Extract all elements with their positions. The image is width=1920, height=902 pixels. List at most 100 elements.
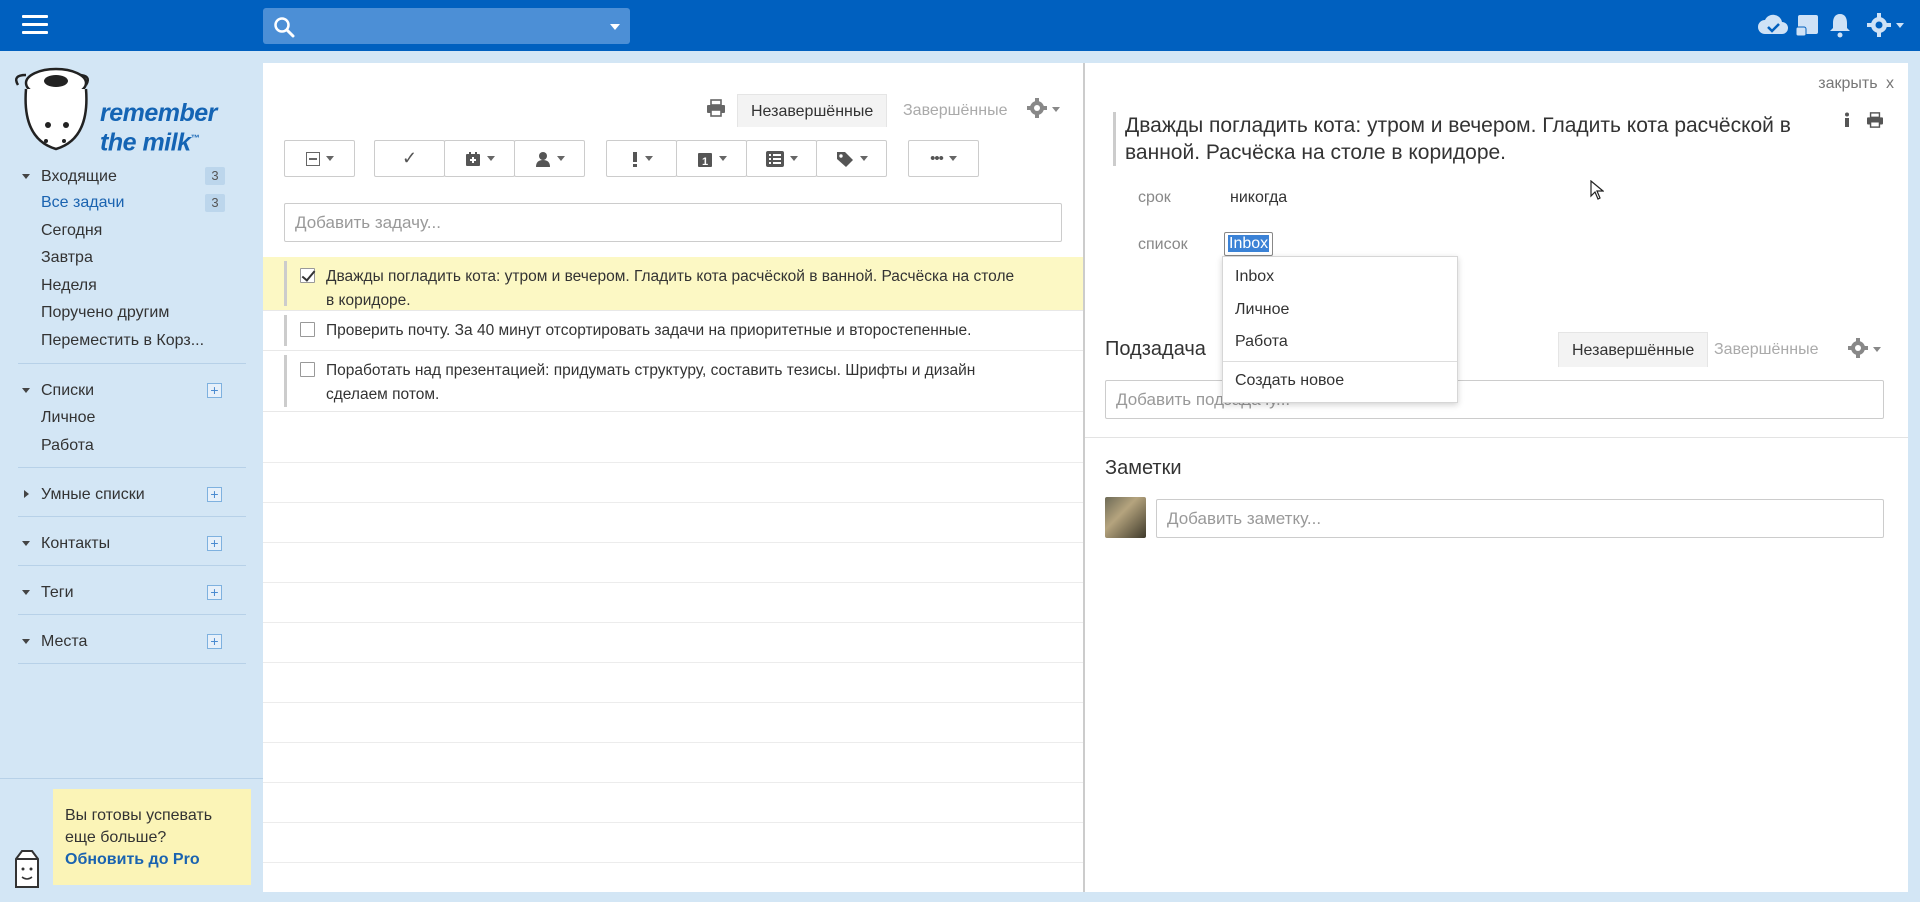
- task-text: Поработать над презентацией: придумать с…: [326, 362, 976, 403]
- pro-promo-box: Вы готовы успевать еще больше? Обновить …: [53, 789, 251, 885]
- task-text: Проверить почту. За 40 минут отсортирова…: [326, 322, 972, 339]
- add-task-input[interactable]: [284, 203, 1062, 242]
- print-icon[interactable]: [1866, 112, 1884, 128]
- divider: [18, 663, 246, 664]
- sidebar-item-personal[interactable]: Личное: [41, 409, 95, 427]
- sync-cloud-icon[interactable]: [1757, 12, 1788, 38]
- empty-row-line: [263, 502, 1083, 503]
- select-box-icon: [305, 151, 320, 166]
- section-label: Списки: [41, 382, 95, 399]
- assign-button[interactable]: [514, 140, 585, 177]
- divider: [18, 467, 246, 468]
- sidebar-item-tomorrow[interactable]: Завтра: [41, 249, 93, 267]
- due-value[interactable]: никогда: [1230, 189, 1287, 207]
- dropdown-divider: [1223, 361, 1457, 362]
- promo-text-line2: еще больше?: [65, 829, 167, 846]
- bell-icon[interactable]: [1828, 12, 1858, 38]
- task-row[interactable]: Поработать над презентацией: придумать с…: [263, 351, 1083, 412]
- add-smart-list-icon[interactable]: +: [207, 487, 222, 502]
- subtask-settings-gear-icon[interactable]: [1847, 337, 1883, 361]
- move-to-list-button[interactable]: [746, 140, 817, 177]
- subtask-tab-completed[interactable]: Завершённые: [1714, 332, 1818, 367]
- cow-logo-icon: [15, 67, 89, 151]
- list-settings-gear-icon[interactable]: [1026, 97, 1062, 121]
- sidebar-item-given-to-others[interactable]: Поручено другим: [41, 304, 169, 322]
- priority-button[interactable]: [606, 140, 677, 177]
- task-priority-bar: [284, 355, 287, 407]
- collapse-triangle-icon: [22, 541, 30, 546]
- sidebar-item-trash[interactable]: Переместить в Корз...: [41, 332, 204, 350]
- tab-incomplete[interactable]: Незавершённые: [737, 94, 888, 127]
- settings-gear-icon[interactable]: [1866, 12, 1906, 38]
- empty-row-line: [263, 542, 1083, 543]
- more-dots-icon: •••: [930, 150, 944, 167]
- divider: [0, 778, 263, 779]
- list-field[interactable]: Inbox: [1224, 232, 1274, 256]
- list-dropdown-menu: Inbox Личное Работа Создать новое: [1222, 256, 1458, 403]
- section-label: Умные списки: [41, 486, 145, 503]
- sidebar-item-today[interactable]: Сегодня: [41, 222, 102, 240]
- add-place-icon[interactable]: +: [207, 634, 222, 649]
- add-contact-icon[interactable]: +: [207, 536, 222, 551]
- dropdown-option-work[interactable]: Работа: [1235, 333, 1288, 351]
- sidebar: remember the milk™ Входящие 3 Все задачи …: [0, 51, 263, 902]
- close-button[interactable]: закрыть x: [1818, 75, 1894, 93]
- complete-button[interactable]: ✓: [374, 140, 445, 177]
- due-label: срок: [1138, 189, 1171, 206]
- subtask-heading: Подзадача: [1105, 338, 1206, 360]
- task-checkbox[interactable]: [300, 322, 315, 337]
- search-input[interactable]: [301, 12, 601, 40]
- task-list-panel: Незавершённые Завершённые ✓ 1 ••• Дважды: [263, 63, 1083, 892]
- tag-icon: [836, 151, 853, 167]
- task-checkbox[interactable]: [300, 268, 315, 283]
- task-row[interactable]: Дважды погладить кота: утром и вечером. …: [263, 257, 1083, 311]
- list-field-value: Inbox: [1228, 235, 1270, 252]
- collapse-triangle-icon: [22, 590, 30, 595]
- menu-icon[interactable]: [22, 15, 48, 35]
- tag-button[interactable]: [816, 140, 887, 177]
- subtask-tab-incomplete[interactable]: Незавершённые: [1558, 332, 1709, 367]
- task-priority-bar: [284, 261, 287, 306]
- search-dropdown-icon[interactable]: [610, 24, 620, 30]
- info-icon[interactable]: [1842, 112, 1852, 128]
- upgrade-pro-link[interactable]: Обновить до Pro: [65, 851, 200, 868]
- empty-row-line: [263, 582, 1083, 583]
- notes-scroll-icon[interactable]: [1794, 12, 1824, 38]
- task-checkbox[interactable]: [300, 362, 315, 377]
- checkmark-icon: ✓: [401, 148, 418, 168]
- list-label: список: [1138, 236, 1188, 253]
- divider: [18, 565, 246, 566]
- dropdown-option-inbox[interactable]: Inbox: [1235, 268, 1274, 286]
- postpone-button[interactable]: [444, 140, 515, 177]
- add-note-input[interactable]: [1156, 499, 1884, 538]
- search-icon: [274, 17, 295, 38]
- sidebar-item-all-tasks[interactable]: Все задачи: [41, 194, 124, 212]
- dropdown-create-new[interactable]: Создать новое: [1235, 372, 1344, 390]
- add-tag-icon[interactable]: +: [207, 585, 222, 600]
- calendar-day-icon: 1: [697, 152, 712, 168]
- search-box[interactable]: [263, 8, 630, 44]
- milk-carton-icon: [15, 850, 39, 888]
- top-bar: [0, 0, 1920, 51]
- empty-row-line: [263, 622, 1083, 623]
- task-row[interactable]: Проверить почту. За 40 минут отсортирова…: [263, 311, 1083, 351]
- more-actions-button[interactable]: •••: [908, 140, 979, 177]
- person-icon: [535, 151, 550, 167]
- exclamation-icon: [632, 151, 637, 167]
- detail-icons: [1842, 112, 1884, 133]
- collapse-triangle-icon: [22, 388, 30, 393]
- select-button[interactable]: [284, 140, 355, 177]
- promo-text-line1: Вы готовы успевать: [65, 807, 213, 824]
- rtm-logo[interactable]: remember the milk™: [12, 63, 217, 155]
- add-list-icon[interactable]: +: [207, 383, 222, 398]
- task-title[interactable]: Дважды погладить кота: утром и вечером. …: [1113, 112, 1833, 166]
- tab-completed[interactable]: Завершённые: [890, 94, 1020, 127]
- empty-row-line: [263, 662, 1083, 663]
- print-icon[interactable]: [706, 99, 726, 117]
- due-date-button[interactable]: 1: [676, 140, 747, 177]
- task-detail-panel: закрыть x Дважды погладить кота: утром и…: [1083, 63, 1908, 892]
- sidebar-item-work[interactable]: Работа: [41, 437, 94, 455]
- sidebar-item-week[interactable]: Неделя: [41, 277, 97, 295]
- section-label: Теги: [41, 584, 74, 601]
- dropdown-option-personal[interactable]: Личное: [1235, 301, 1289, 319]
